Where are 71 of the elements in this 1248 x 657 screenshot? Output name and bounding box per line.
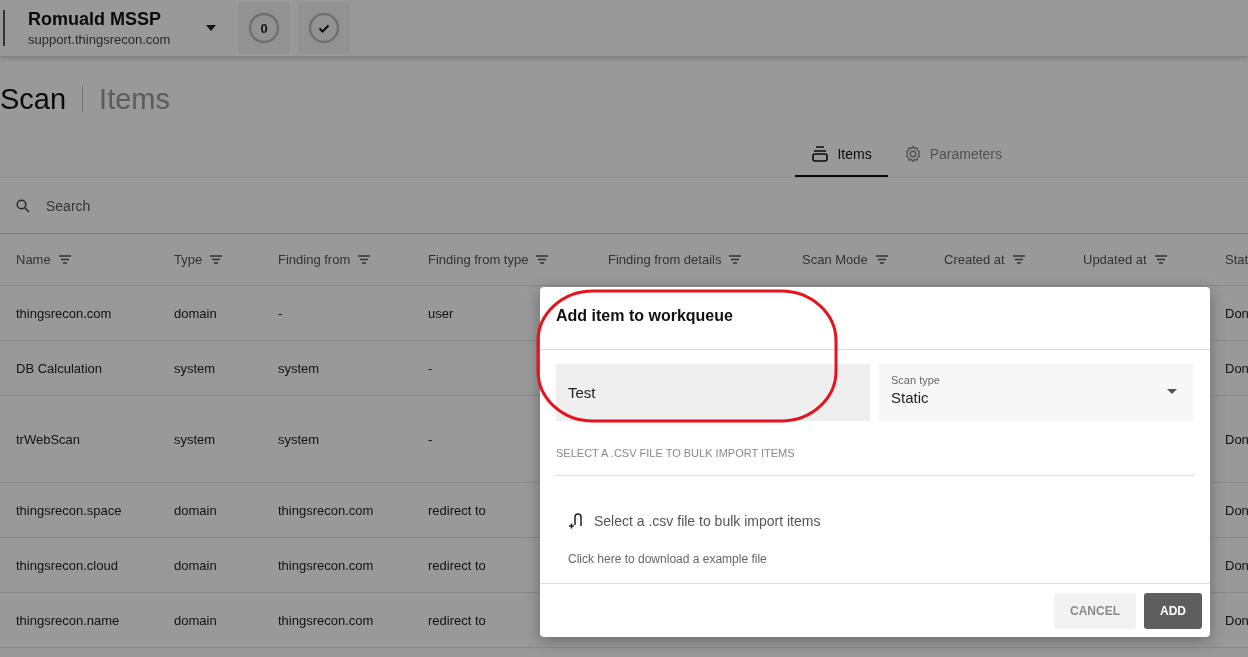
filter-icon[interactable] (358, 255, 371, 264)
filter-icon[interactable] (536, 255, 549, 264)
column-header[interactable]: Scan Mode (802, 252, 868, 267)
table-cell: domain (174, 502, 217, 518)
table-cell: thingsrecon.space (16, 502, 122, 518)
table-cell: Don (1225, 502, 1248, 518)
column-header[interactable]: Finding from details (608, 252, 722, 267)
status-check-button[interactable] (298, 2, 350, 54)
page-subtitle: Items (99, 82, 170, 116)
organization-name: Romuald MSSP (28, 9, 162, 30)
column-header[interactable]: Name (16, 252, 51, 267)
table-cell: domain (174, 305, 217, 321)
column-header[interactable]: Type (174, 252, 203, 267)
table-cell: thingsrecon.com (278, 502, 374, 518)
table-cell: redirect to (428, 612, 486, 628)
search-field[interactable]: Search (44, 196, 348, 215)
stack-icon (811, 145, 830, 163)
section-label: SELECT A .CSV FILE TO BULK IMPORT ITEMS (556, 447, 1194, 476)
dialog-title: Add item to workqueue (556, 307, 733, 324)
table-cell: domain (174, 612, 217, 628)
table-cell: system (278, 360, 320, 376)
progress-counter-button[interactable]: 0 (238, 2, 290, 54)
table-cell: system (174, 360, 216, 376)
column-header[interactable]: Created at (944, 252, 1005, 267)
add-button[interactable]: ADD (1144, 593, 1202, 629)
tab[interactable]: Items (795, 137, 888, 177)
table-cell: domain (174, 557, 217, 573)
file-picker-button[interactable]: Select a .csv file to bulk import items (568, 512, 1182, 530)
table-cell: - (428, 431, 433, 447)
table-cell: Don (1225, 305, 1248, 321)
table-cell: Don (1225, 360, 1248, 376)
check-circle-icon (308, 12, 340, 44)
table-cell: system (278, 431, 320, 447)
table-cell: system (174, 431, 216, 447)
table-cell: thingsrecon.cloud (16, 557, 118, 573)
table-cell: thingsrecon.name (16, 612, 120, 628)
table-cell: user (428, 305, 454, 321)
progress-ring-icon (248, 12, 280, 44)
dropdown-caret-icon[interactable] (206, 25, 216, 31)
column-header[interactable]: Stat (1225, 252, 1248, 267)
scan-type-select[interactable]: Scan type Static (879, 364, 1193, 421)
table-cell: redirect to (428, 502, 486, 518)
table-cell: thingsrecon.com (278, 557, 374, 573)
table-cell: DB Calculation (16, 360, 102, 376)
table-cell: redirect to (428, 557, 486, 573)
page-title: Scan (0, 82, 67, 116)
filter-icon[interactable] (210, 255, 223, 264)
table-cell: Don (1225, 557, 1248, 573)
gear-icon (903, 145, 922, 163)
attach-file-icon (568, 512, 584, 530)
column-header[interactable]: Finding from type (428, 252, 529, 267)
filter-icon[interactable] (875, 255, 888, 264)
table-cell: - (428, 360, 433, 376)
table-cell: thingsrecon.com (16, 305, 112, 321)
item-input-field[interactable]: Test (556, 364, 870, 421)
table-cell: - (278, 305, 283, 321)
download-example-link[interactable]: Click here to download a example file (568, 552, 1182, 566)
filter-icon[interactable] (729, 255, 742, 264)
search-icon (16, 198, 30, 213)
table-cell: thingsrecon.com (278, 612, 374, 628)
column-header[interactable]: Updated at (1083, 252, 1147, 267)
filter-icon[interactable] (58, 255, 71, 264)
tab[interactable]: Parameters (887, 137, 1018, 177)
filter-icon[interactable] (1012, 255, 1025, 264)
organization-domain: support.thingsrecon.com (28, 32, 172, 47)
column-header[interactable]: Finding from (278, 252, 351, 267)
table-cell: trWebScan (16, 431, 81, 447)
filter-icon[interactable] (1154, 255, 1167, 264)
dropdown-caret-icon (1167, 389, 1177, 394)
table-cell: Don (1225, 431, 1248, 447)
table-cell: Don (1225, 612, 1248, 628)
